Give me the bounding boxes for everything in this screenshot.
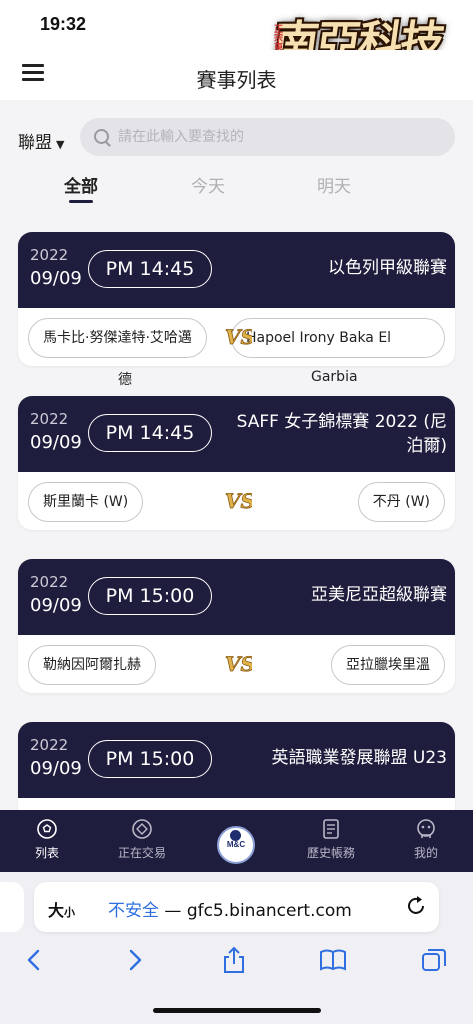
text-size-small: 小	[64, 906, 76, 919]
match-league: 英語職業發展聯盟 U23	[271, 748, 447, 768]
home-team-button[interactable]: 馬卡比·努傑達特·艾哈邁	[28, 318, 207, 358]
caret-down-icon: ▼	[56, 138, 65, 151]
soccer-ball-icon	[37, 819, 57, 839]
match-card-header: 2022 09/09 PM 14:45 以色列甲級聯賽	[18, 232, 455, 308]
bookmarks-icon[interactable]	[319, 946, 347, 974]
league-dropdown-label: 聯盟	[18, 133, 52, 153]
forward-icon[interactable]	[121, 946, 149, 974]
search-input[interactable]	[118, 124, 438, 150]
tab-all[interactable]: 全部	[41, 172, 121, 197]
match-card[interactable]: 2022 09/09 PM 15:00 亞美尼亞超級聯賽 勒納因阿爾扎赫 亞拉臘…	[18, 559, 455, 693]
match-card[interactable]: 2022 09/09 PM 15:00 英語職業發展聯盟 U23	[18, 722, 455, 822]
match-card[interactable]: 2022 09/09 PM 14:45 以色列甲級聯賽 馬卡比·努傑達特·艾哈邁…	[18, 232, 455, 366]
browser-toolbar: 大小 不安全 — gfc5.binancert.com	[0, 872, 473, 1024]
app-header: 賽事列表	[0, 50, 473, 100]
insecure-label: 不安全	[108, 901, 159, 921]
match-card-header: 2022 09/09 PM 15:00 亞美尼亞超級聯賽	[18, 559, 455, 635]
tab-tomorrow[interactable]: 明天	[294, 172, 374, 197]
tab-today[interactable]: 今天	[168, 172, 248, 197]
url-display[interactable]: 不安全 — gfc5.binancert.com	[108, 896, 352, 921]
match-time: PM 15:00	[88, 740, 212, 778]
nav-item-history[interactable]: 歷史帳務	[286, 818, 376, 861]
url-separator: —	[164, 901, 182, 921]
text-size-button[interactable]: 大小	[48, 897, 75, 921]
match-year: 2022	[30, 736, 69, 754]
nav-label: 正在交易	[117, 846, 166, 860]
share-icon[interactable]	[220, 946, 248, 974]
home-team-button[interactable]: 勒納因阿爾扎赫	[28, 645, 156, 685]
status-time: 19:32	[40, 14, 87, 34]
match-card[interactable]: 2022 09/09 PM 14:45 SAFF 女子錦標賽 2022 (尼泊爾…	[18, 396, 455, 530]
away-team-button[interactable]: 亞拉臘埃里溫	[331, 645, 445, 685]
active-tab-indicator	[69, 200, 93, 203]
match-card-body: 勒納因阿爾扎赫 亞拉臘埃里溫 VS	[18, 635, 455, 693]
match-card-body: 斯里蘭卡 (W) 不丹 (W) VS	[18, 472, 455, 530]
match-card-header: 2022 09/09 PM 15:00 英語職業發展聯盟 U23	[18, 722, 455, 798]
league-dropdown[interactable]: 聯盟 ▼	[18, 128, 64, 153]
bottom-nav: 列表 正在交易 M&C 歷史帳務 我的	[0, 810, 473, 872]
profile-icon	[417, 819, 435, 838]
svg-text:VS: VS	[225, 489, 252, 513]
match-date: 09/09	[30, 268, 82, 289]
match-time: PM 14:45	[88, 414, 212, 452]
nav-label: 我的	[413, 846, 438, 860]
nav-item-profile[interactable]: 我的	[381, 818, 471, 861]
match-league: 亞美尼亞超級聯賽	[311, 585, 447, 605]
page-title: 賽事列表	[196, 68, 277, 92]
home-indicator	[153, 1008, 321, 1013]
match-card-body: 馬卡比·努傑達特·艾哈邁 Hapoel Irony Baka El VS	[18, 308, 455, 366]
reload-icon[interactable]	[405, 895, 427, 917]
match-league: SAFF 女子錦標賽 2022 (尼泊爾)	[236, 412, 447, 456]
match-time: PM 14:45	[88, 250, 212, 288]
svg-text:VS: VS	[225, 325, 252, 349]
match-year: 2022	[30, 573, 69, 591]
filter-bar: 聯盟 ▼ 全部 今天 明天	[0, 100, 473, 210]
vs-icon: VS	[225, 489, 252, 514]
tabs-icon[interactable]	[420, 946, 448, 974]
away-team-overflow: Garbia	[311, 369, 358, 385]
svg-text:VS: VS	[225, 652, 252, 676]
match-date: 09/09	[30, 432, 82, 453]
url-host: gfc5.binancert.com	[186, 901, 352, 921]
search-icon	[94, 129, 109, 144]
match-time: PM 15:00	[88, 577, 212, 615]
ledger-icon	[323, 819, 339, 839]
away-team-button[interactable]: 不丹 (W)	[357, 482, 445, 522]
away-team-button[interactable]: Hapoel Irony Baka El	[231, 318, 445, 358]
back-icon[interactable]	[20, 946, 48, 974]
nav-item-list[interactable]: 列表	[2, 818, 92, 861]
match-league: 以色列甲級聯賽	[328, 258, 447, 278]
match-date: 09/09	[30, 595, 82, 616]
nav-label: 列表	[34, 846, 59, 860]
search-box[interactable]	[80, 118, 455, 156]
vs-icon: VS	[225, 325, 252, 350]
nav-label: 歷史帳務	[306, 846, 355, 860]
address-bar[interactable]: 大小 不安全 — gfc5.binancert.com	[34, 882, 439, 932]
match-card-header: 2022 09/09 PM 14:45 SAFF 女子錦標賽 2022 (尼泊爾…	[18, 396, 455, 472]
match-year: 2022	[30, 246, 69, 264]
text-size-big: 大	[48, 901, 65, 920]
home-team-overflow: 德	[118, 372, 132, 388]
previous-tab-peek[interactable]	[0, 882, 24, 932]
match-date: 09/09	[30, 758, 82, 779]
match-year: 2022	[30, 410, 69, 428]
nav-item-mc[interactable]: M&C	[217, 826, 255, 864]
home-team-button[interactable]: 斯里蘭卡 (W)	[28, 482, 144, 522]
trade-icon	[132, 819, 152, 839]
vs-icon: VS	[225, 652, 252, 677]
mc-logo-text: M&C	[226, 840, 246, 849]
nav-item-trading[interactable]: 正在交易	[97, 818, 187, 861]
